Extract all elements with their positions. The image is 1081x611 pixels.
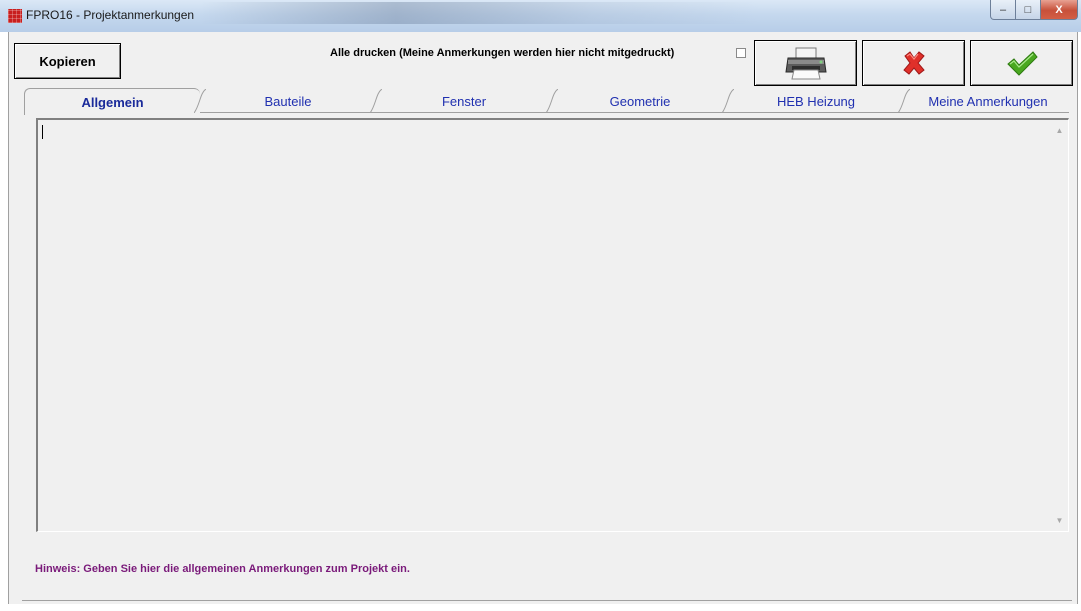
red-x-icon (902, 51, 925, 75)
window-title: FPRO16 - Projektanmerkungen (26, 8, 195, 22)
tab-label: Fenster (441, 93, 487, 109)
tab-separator (370, 89, 382, 113)
tab-geometrie[interactable]: Geometrie (546, 89, 728, 113)
tab-fenster[interactable]: Fenster (370, 89, 552, 113)
notes-textarea[interactable]: ▲ ▼ (36, 118, 1069, 532)
copy-button[interactable]: Kopieren (14, 43, 121, 79)
tab-separator (194, 89, 206, 113)
title-bar[interactable]: FPRO16 - Projektanmerkungen ‒ □ X (0, 0, 1081, 32)
scroll-up-arrow-icon[interactable]: ▲ (1051, 122, 1068, 139)
minimize-button[interactable]: ‒ (990, 0, 1016, 20)
print-button[interactable] (754, 40, 857, 86)
tab-bauteile[interactable]: Bauteile (194, 89, 376, 113)
title-bar-decoration (200, 2, 760, 24)
tab-label: Geometrie (609, 93, 671, 109)
tab-allgemein[interactable]: Allgemein (24, 88, 200, 115)
tab-heb-heizung[interactable]: HEB Heizung (722, 89, 904, 113)
maximize-button[interactable]: □ (1015, 0, 1041, 20)
app-window: FPRO16 - Projektanmerkungen ‒ □ X Kopier… (0, 0, 1081, 611)
scroll-down-arrow-icon[interactable]: ▼ (1051, 512, 1068, 529)
tab-separator (898, 89, 910, 113)
print-all-label: Alle drucken (Meine Anmerkungen werden h… (330, 47, 675, 59)
tab-label: Bauteile (264, 93, 312, 109)
printer-icon (784, 47, 827, 80)
text-caret (42, 125, 43, 139)
ok-button[interactable] (970, 40, 1073, 86)
tab-label: Meine Anmerkungen (928, 93, 1048, 109)
tab-meine-anmerkungen[interactable]: Meine Anmerkungen (898, 89, 1072, 113)
tab-separator (722, 89, 734, 113)
tab-label: Allgemein (81, 94, 144, 110)
hint-text: Hinweis: Geben Sie hier die allgemeinen … (35, 563, 410, 575)
tab-separator (546, 89, 558, 113)
bottom-divider (22, 600, 1072, 601)
cancel-button[interactable] (862, 40, 965, 86)
app-icon (8, 9, 22, 23)
close-button[interactable]: X (1040, 0, 1078, 20)
green-check-icon (1006, 51, 1038, 76)
vertical-scrollbar[interactable]: ▲ ▼ (1051, 120, 1068, 531)
print-all-checkbox[interactable] (736, 48, 746, 58)
tab-label: HEB Heizung (776, 93, 856, 109)
